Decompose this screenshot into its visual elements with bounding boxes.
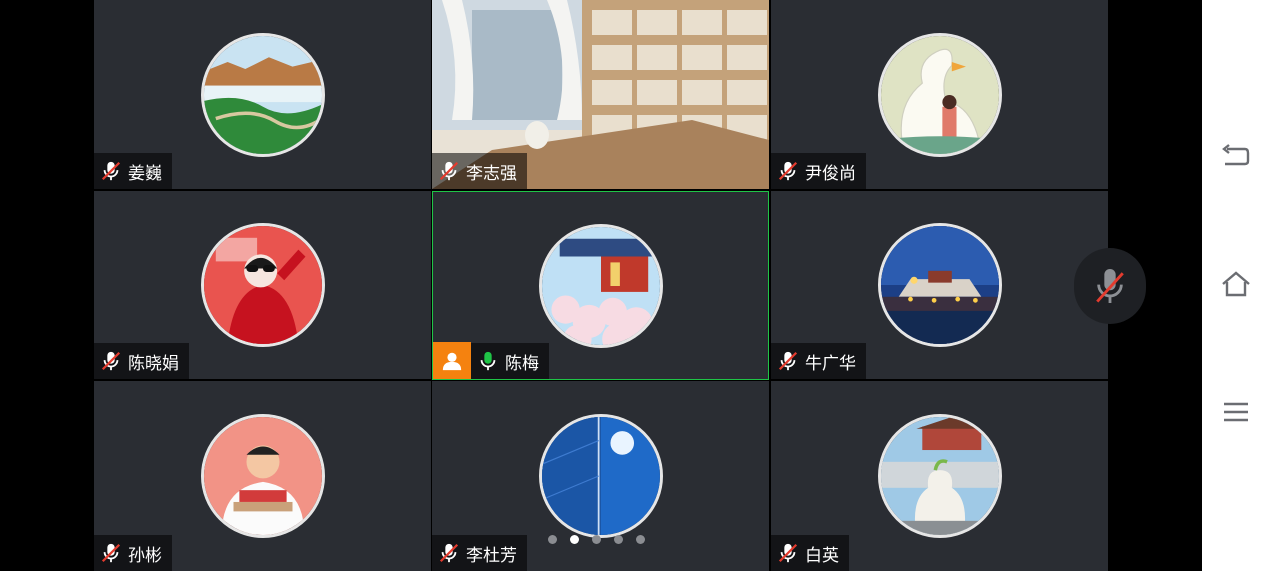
home-button[interactable] — [1219, 267, 1253, 301]
avatar — [200, 414, 325, 538]
avatar — [538, 414, 663, 538]
participant-namebar: 姜巍 — [94, 153, 172, 189]
participant-name: 尹俊尚 — [805, 163, 856, 184]
avatar — [200, 32, 325, 157]
home-icon — [1222, 271, 1250, 297]
participant-name: 陈晓娟 — [128, 353, 179, 374]
participant-tile[interactable]: 姜巍 — [94, 0, 431, 189]
mic-muted-icon — [101, 161, 121, 181]
avatar — [877, 32, 1002, 157]
mic-muted-icon — [778, 351, 798, 371]
avatar — [538, 223, 663, 348]
host-badge — [433, 342, 471, 379]
avatar — [877, 414, 1002, 538]
menu-icon — [1224, 402, 1248, 422]
participant-tile[interactable]: 孙彬 — [94, 381, 431, 571]
participant-tile[interactable]: 牛广华 — [771, 191, 1108, 379]
page-dot[interactable] — [614, 535, 623, 544]
participant-namebar: 孙彬 — [94, 535, 172, 571]
mic-muted-icon — [101, 543, 121, 563]
floating-mic-button[interactable] — [1074, 248, 1146, 324]
mic-muted-icon — [101, 351, 121, 371]
participant-namebar: 陈梅 — [471, 343, 549, 379]
avatar — [877, 223, 1002, 347]
participant-tile-active-speaker[interactable]: 陈梅 — [432, 191, 769, 380]
participant-tile[interactable]: 李志强 — [432, 0, 769, 189]
host-user-icon — [442, 352, 462, 370]
mic-muted-icon — [439, 161, 459, 181]
participant-name: 李志强 — [466, 163, 517, 184]
page-dot-active[interactable] — [570, 535, 579, 544]
participant-namebar: 尹俊尚 — [771, 153, 866, 189]
participant-name: 孙彬 — [128, 545, 162, 566]
menu-button[interactable] — [1219, 395, 1253, 429]
mic-muted-icon — [778, 161, 798, 181]
participant-name: 牛广华 — [805, 353, 856, 374]
participant-tile[interactable]: 尹俊尚 — [771, 0, 1108, 189]
video-grid: 姜巍 李志强 尹俊尚 陈晓娟 陈梅 牛广华 孙彬 李杜芳 白英 — [0, 0, 1202, 571]
system-nav-bar — [1202, 0, 1269, 571]
participant-namebar: 李志强 — [432, 153, 527, 189]
participant-name: 李杜芳 — [466, 545, 517, 566]
mic-muted-icon — [778, 543, 798, 563]
page-dot[interactable] — [592, 535, 601, 544]
page-dot[interactable] — [548, 535, 557, 544]
back-button[interactable] — [1219, 139, 1253, 173]
participant-name: 姜巍 — [128, 163, 162, 184]
page-indicator[interactable] — [548, 535, 645, 544]
participant-namebar: 白英 — [771, 535, 849, 571]
participant-tile[interactable]: 陈晓娟 — [94, 191, 431, 379]
page-dot[interactable] — [636, 535, 645, 544]
back-icon — [1222, 144, 1250, 166]
avatar — [200, 223, 325, 347]
participant-namebar: 李杜芳 — [432, 535, 527, 571]
participant-namebar: 牛广华 — [771, 343, 866, 379]
mic-on-icon — [480, 351, 496, 371]
mic-muted-icon — [439, 543, 459, 563]
participant-name: 陈梅 — [505, 353, 539, 374]
participant-namebar: 陈晓娟 — [94, 343, 189, 379]
mic-muted-icon — [1096, 269, 1124, 303]
participant-name: 白英 — [805, 545, 839, 566]
participant-tile[interactable]: 白英 — [771, 381, 1108, 571]
